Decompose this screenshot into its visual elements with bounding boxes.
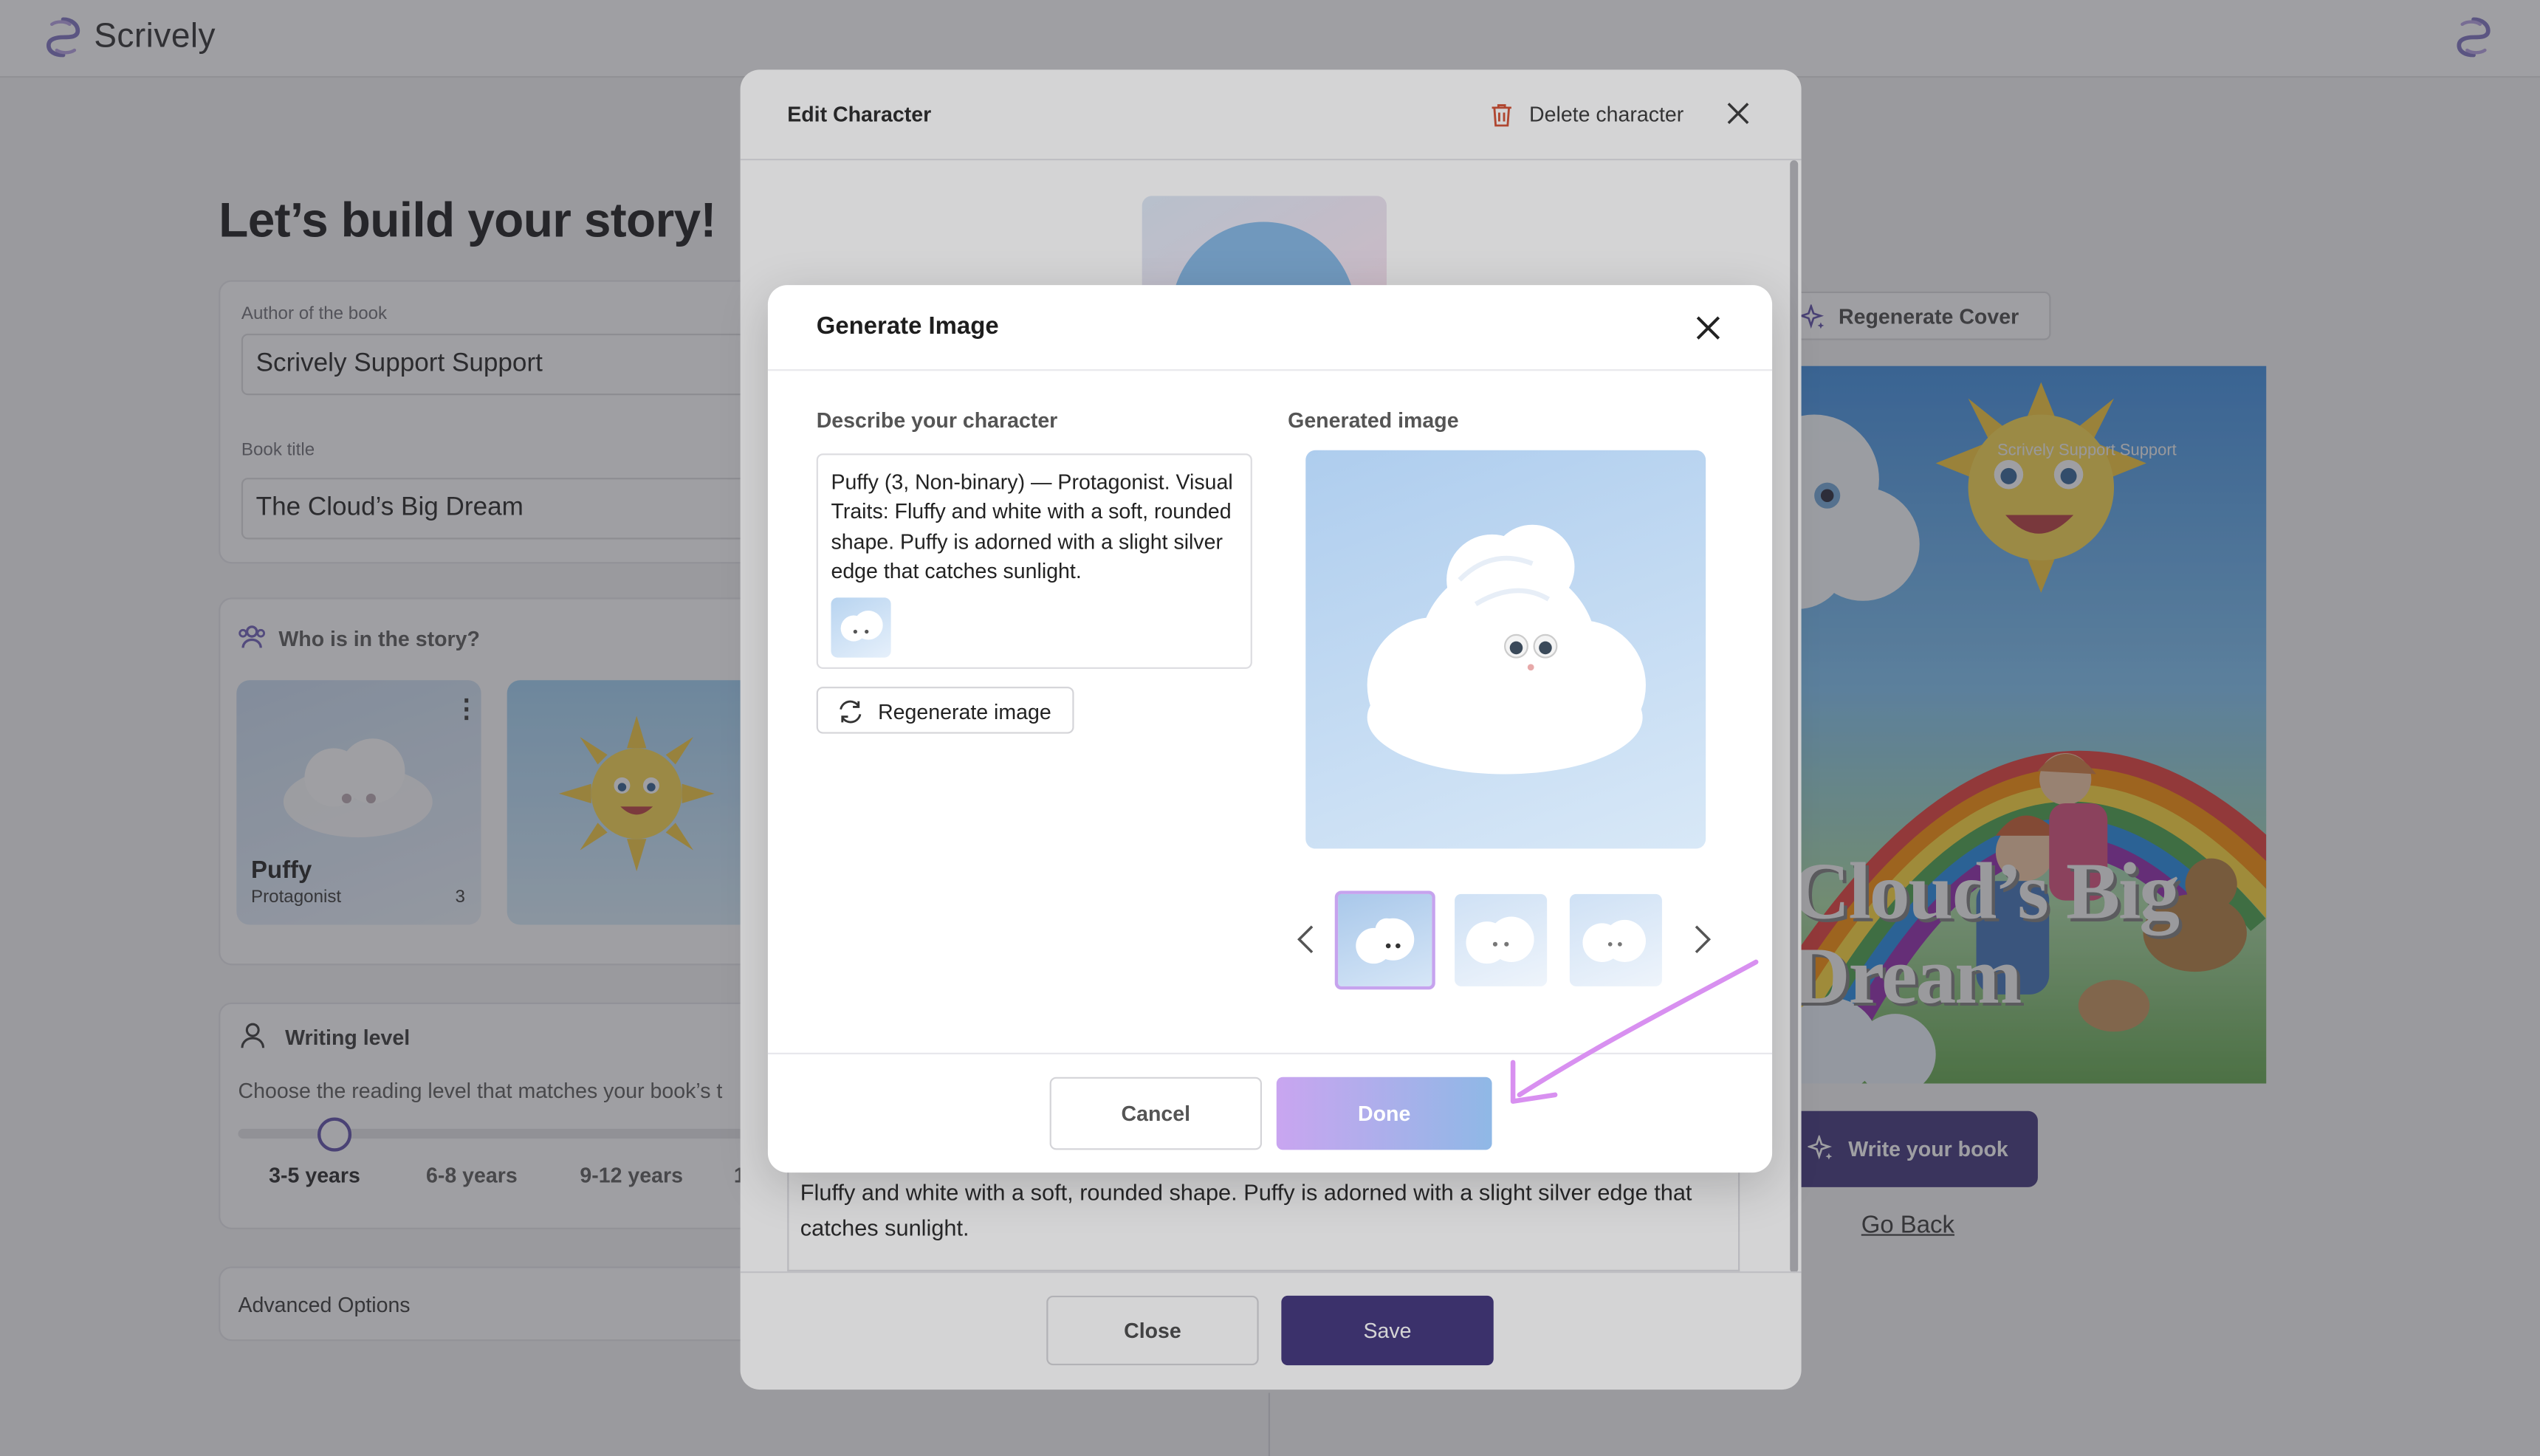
attached-image-thumb[interactable] [831,597,891,658]
done-button[interactable]: Done [1276,1076,1492,1150]
generate-modal-title: Generate Image [816,312,999,340]
describe-character-label: Describe your character [816,408,1058,433]
chevron-right-icon[interactable] [1693,923,1712,955]
chevron-left-icon[interactable] [1296,923,1315,955]
cancel-button[interactable]: Cancel [1049,1076,1263,1150]
generated-image-label: Generated image [1288,408,1459,433]
generated-image [1305,450,1706,849]
cloud-icon [1356,918,1415,964]
regenerate-image-button[interactable]: Regenerate image [816,687,1074,734]
thumbnail-1-selected[interactable] [1334,890,1435,990]
cloud-icon [840,610,883,642]
character-description-textarea[interactable]: Puffy (3, Non-binary) — Protagonist. Vis… [816,453,1252,669]
description-text: Puffy (3, Non-binary) — Protagonist. Vis… [831,470,1233,583]
close-icon[interactable] [1696,316,1720,340]
refresh-icon [840,700,862,724]
annotation-arrow-icon [1510,959,1759,1104]
regenerate-image-label: Regenerate image [878,699,1051,724]
cloud-character-image [1367,524,1646,775]
